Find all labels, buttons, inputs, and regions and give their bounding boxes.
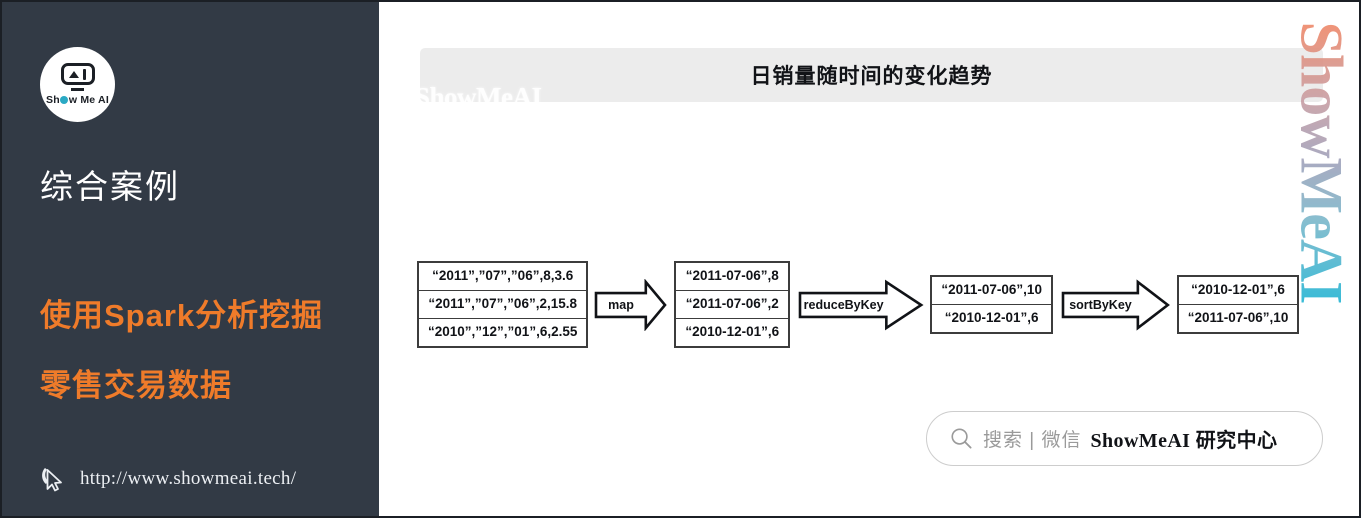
slide-page: Sh w Me AI 综合案例 使用Spark分析挖掘 零售交易数据 http:… xyxy=(0,0,1361,518)
map-arrow: map xyxy=(594,278,668,331)
logo-circle: Sh w Me AI xyxy=(40,47,115,122)
content-title: 日销量随时间的变化趋势 xyxy=(750,65,993,88)
logo-text: Sh w Me AI xyxy=(46,94,109,106)
cursor-pointer-icon xyxy=(42,468,62,492)
footer-url[interactable]: http://www.showmeai.tech/ xyxy=(80,468,296,490)
main-content: 日销量随时间的变化趋势 ShowMeAI ShowMeAI “2011”,”07… xyxy=(379,2,1359,516)
sort-by-key-arrow: sortByKey xyxy=(1061,278,1171,331)
reduced-data-box: “2011-07-06”,10 “2010-12-01”,6 xyxy=(930,275,1053,334)
headline-line-2: 零售交易数据 xyxy=(40,368,232,403)
page-title: 综合案例 xyxy=(40,168,180,205)
logo: Sh w Me AI xyxy=(40,47,115,122)
data-row: “2010-12-01”,6 xyxy=(685,323,780,339)
data-row: “2011-07-06”,10 xyxy=(1187,310,1289,325)
logo-text-part2: w Me AI xyxy=(68,94,109,106)
content-title-bar: 日销量随时间的变化趋势 xyxy=(420,48,1323,102)
search-brand-label: ShowMeAI 研究中心 xyxy=(1090,430,1278,452)
data-row: “2011-07-06”,2 xyxy=(676,291,789,319)
search-bar[interactable]: 搜索 | 微信 ShowMeAI 研究中心 xyxy=(926,411,1323,466)
robot-head-icon xyxy=(60,63,95,85)
data-row: “2010-12-01”,6 xyxy=(1178,277,1298,305)
sorted-data-box: “2010-12-01”,6 “2011-07-06”,10 xyxy=(1176,275,1300,334)
data-row: “2011”,”07”,”06”,8,3.6 xyxy=(419,263,587,292)
logo-bar-shape xyxy=(82,68,87,80)
logo-neck-shape xyxy=(71,88,84,91)
reduce-by-key-arrow: reduceByKey xyxy=(798,279,924,331)
headline-line-1: 使用Spark分析挖掘 xyxy=(40,298,324,333)
magnifier-icon xyxy=(951,428,972,449)
data-row: “2010”,”12”,”01”,6,2.55 xyxy=(428,323,578,339)
sidebar: Sh w Me AI 综合案例 使用Spark分析挖掘 零售交易数据 http:… xyxy=(2,2,379,516)
search-placeholder-label: 搜索 | 微信 xyxy=(983,430,1082,451)
mapped-data-box: “2011-07-06”,8 “2011-07-06”,2 “2010-12-01”… xyxy=(674,261,791,348)
flow-diagram: “2011”,”07”,”06”,8,3.6 “2011”,”07”,”06”,2… xyxy=(417,257,1337,352)
logo-dot-icon xyxy=(60,96,69,104)
data-row: “2011”,”07”,”06”,2,15.8 xyxy=(419,291,587,319)
logo-chevron-shape xyxy=(68,70,79,78)
data-row: “2011-07-06”,10 xyxy=(932,277,1051,305)
data-row: “2010-12-01”,6 xyxy=(944,310,1039,325)
logo-text-part1: Sh xyxy=(46,94,60,106)
data-row: “2011-07-06”,8 xyxy=(676,263,789,292)
input-data-box: “2011”,”07”,”06”,8,3.6 “2011”,”07”,”06”,2… xyxy=(417,261,589,348)
footer: http://www.showmeai.tech/ xyxy=(38,464,296,494)
